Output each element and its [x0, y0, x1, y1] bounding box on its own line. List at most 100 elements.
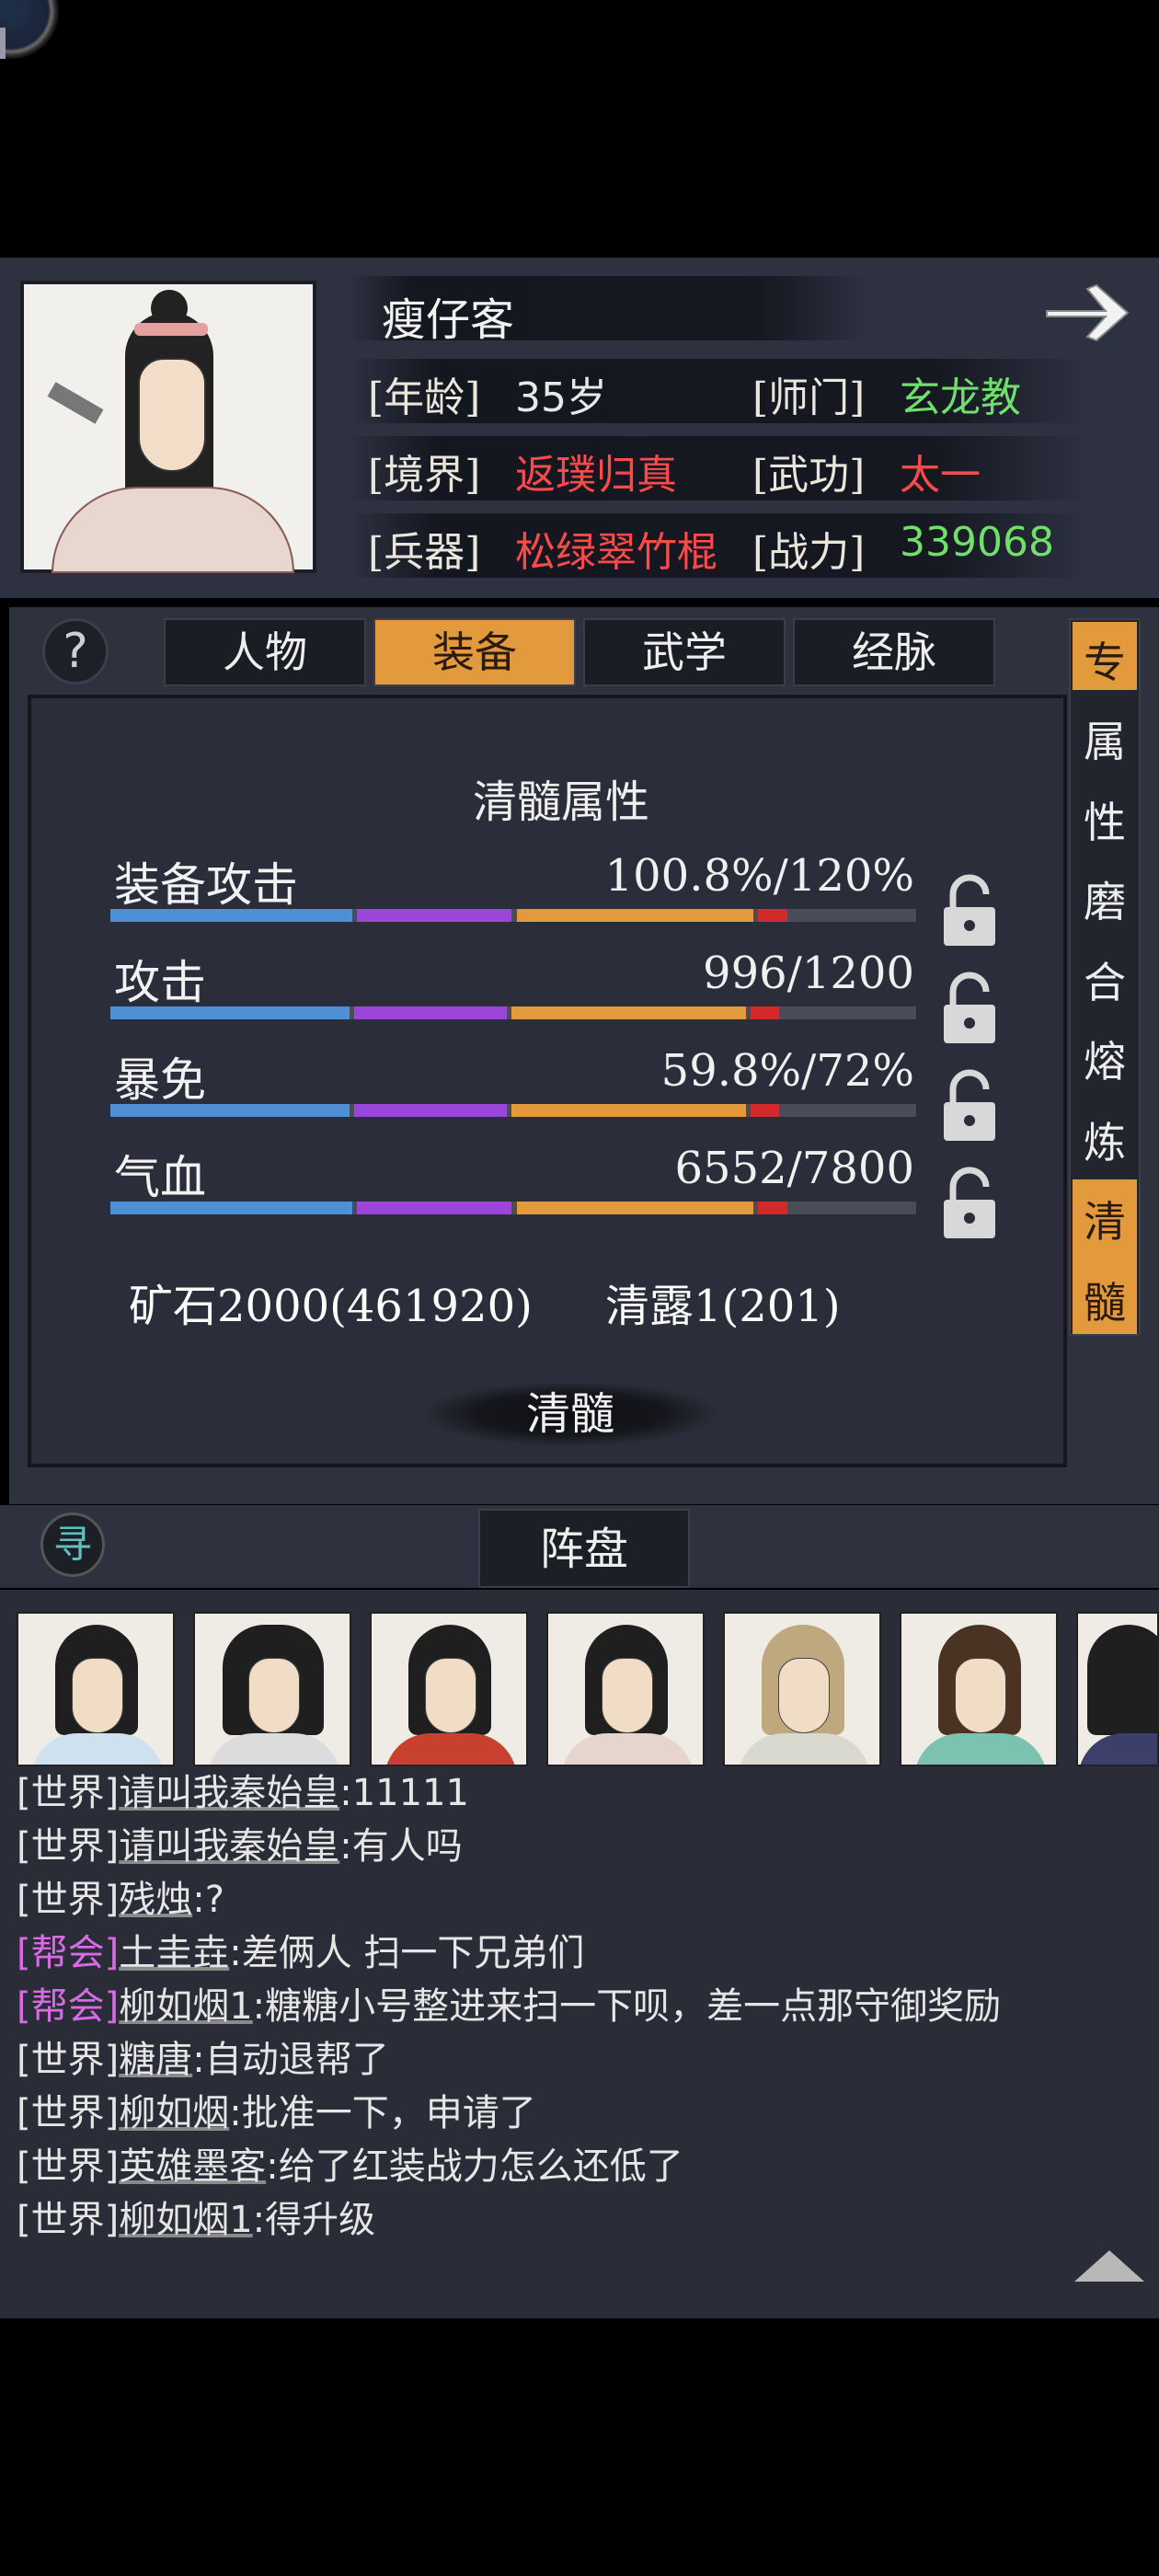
character-name: 瘦仔客 — [382, 294, 515, 346]
stat-label-age: [年龄] — [368, 374, 481, 421]
team-avatar[interactable] — [17, 1612, 175, 1766]
stat-label-realm: [境界] — [368, 452, 481, 499]
chat-message: [帮会]土圭垚:差俩人 扫一下兄弟们 — [17, 1923, 584, 1976]
help-icon[interactable]: ? — [42, 618, 109, 684]
stat-value-skill: 太一 — [900, 452, 981, 499]
chat-sender[interactable]: 残烛 — [119, 1879, 192, 1921]
attr-bar-fill — [516, 909, 754, 922]
attr-label: 气血 — [114, 1151, 206, 1204]
team-avatar[interactable] — [370, 1612, 528, 1766]
side-item-smelt-1[interactable]: 熔 — [1073, 1029, 1137, 1089]
stat-value-weapon: 松绿翠竹棍 — [515, 529, 717, 576]
stat-value-sect: 玄龙教 — [900, 374, 1021, 421]
side-item-hone-1[interactable]: 磨 — [1073, 868, 1137, 929]
chat-channel: [世界] — [17, 1879, 120, 1921]
chat-message: [世界]英雄墨客:给了红装战力怎么还低了 — [17, 2136, 683, 2190]
team-avatar[interactable] — [1076, 1612, 1159, 1766]
side-item-hone-2[interactable]: 合 — [1073, 949, 1137, 1010]
attr-bar-fill — [516, 1202, 754, 1214]
seek-icon[interactable]: 寻 — [40, 1512, 105, 1577]
chat-channel: [世界] — [17, 1772, 120, 1814]
attr-bar-fill — [511, 1006, 746, 1019]
chat-sender[interactable]: 柳如烟1 — [119, 1985, 252, 2028]
attr-label: 暴免 — [114, 1053, 206, 1107]
chat-text: :? — [192, 1879, 224, 1921]
side-item-smelt-2[interactable]: 炼 — [1073, 1110, 1137, 1170]
chat-sender[interactable]: 柳如烟 — [119, 2092, 229, 2134]
chat-text: :有人吗 — [339, 1825, 463, 1868]
resource-dew: 清露1(201) — [605, 1281, 841, 1332]
attr-bar-fill — [750, 1006, 780, 1019]
formation-button[interactable]: 阵盘 — [478, 1509, 690, 1588]
attr-label: 攻击 — [114, 956, 206, 1009]
chat-text: :批准一下，申请了 — [229, 2092, 536, 2134]
section-title: 清髓属性 — [472, 776, 649, 828]
attr-bar-fill — [110, 1104, 350, 1117]
attr-value: 996/1200 — [703, 948, 914, 999]
attr-value: 6552/7800 — [674, 1143, 914, 1194]
chat-sender[interactable]: 请叫我秦始皇 — [119, 1772, 339, 1814]
stat-value-power: 339068 — [900, 519, 1054, 566]
chat-sender[interactable]: 请叫我秦始皇 — [119, 1825, 339, 1868]
tab-martial-arts[interactable]: 武学 — [583, 618, 786, 686]
chat-message: [世界]柳如烟:批准一下，申请了 — [17, 2083, 536, 2136]
attr-bar-fill — [511, 1104, 746, 1117]
attr-bar-fill — [110, 1202, 352, 1214]
lock-icon[interactable] — [940, 1069, 999, 1143]
attr-bar-fill — [750, 1104, 780, 1117]
lock-icon[interactable] — [940, 1167, 999, 1240]
chat-message: [世界]请叫我秦始皇:11111 — [17, 1763, 469, 1816]
character-portrait — [20, 281, 316, 573]
team-avatar[interactable] — [723, 1612, 881, 1766]
attr-value: 59.8%/72% — [660, 1045, 914, 1097]
refine-button[interactable]: 清髓 — [423, 1382, 717, 1446]
team-avatar[interactable] — [900, 1612, 1058, 1766]
attr-bar-fill — [353, 1104, 508, 1117]
chat-text: :自动退帮了 — [192, 2039, 389, 2081]
chat-text: :11111 — [339, 1772, 469, 1814]
attr-label: 装备攻击 — [114, 858, 298, 912]
tab-character[interactable]: 人物 — [164, 618, 366, 686]
stat-value-realm: 返璞归真 — [515, 452, 677, 499]
attr-bar-fill — [353, 1006, 508, 1019]
chat-channel: [世界] — [17, 2092, 120, 2134]
chat-sender[interactable]: 土圭垚 — [119, 1932, 229, 1974]
tab-equipment[interactable]: 装备 — [373, 618, 576, 686]
side-item-refine-2[interactable]: 髓 — [1073, 1270, 1137, 1330]
chat-message: [世界]请叫我秦始皇:有人吗 — [17, 1816, 463, 1869]
corner-badge[interactable] — [0, 0, 59, 59]
attr-bar-fill — [357, 909, 512, 922]
team-avatar[interactable] — [193, 1612, 351, 1766]
side-item-attr-1[interactable]: 属 — [1073, 708, 1137, 769]
lock-icon[interactable] — [940, 874, 999, 948]
chat-message: [帮会]柳如烟1:糖糖小号整进来扫一下呗，差一点那守御奖励 — [17, 1976, 1001, 2030]
stat-label-skill: [武功] — [752, 452, 866, 499]
attr-bar-fill — [110, 1006, 350, 1019]
chat-sender[interactable]: 柳如烟1 — [119, 2199, 252, 2241]
chat-text: :差俩人 扫一下兄弟们 — [229, 1932, 585, 1974]
attr-bar-fill — [758, 909, 787, 922]
chat-channel: [帮会] — [17, 1985, 120, 2028]
chat-sender[interactable]: 糖唐 — [119, 2039, 192, 2081]
stat-label-weapon: [兵器] — [368, 529, 481, 576]
attr-bar-fill — [758, 1202, 787, 1214]
chat-text: :给了红装战力怎么还低了 — [266, 2145, 683, 2188]
stat-value-age: 35岁 — [515, 374, 607, 421]
next-arrow-icon[interactable] — [1041, 276, 1133, 350]
stat-label-power: [战力] — [752, 529, 866, 576]
side-item-exclusive[interactable]: 专 — [1073, 629, 1137, 690]
tab-meridians[interactable]: 经脉 — [793, 618, 995, 686]
chat-channel: [世界] — [17, 2145, 120, 2188]
chat-message: [世界]柳如烟1:得升级 — [17, 2190, 375, 2243]
resource-ore: 矿石2000(461920) — [129, 1281, 533, 1332]
team-avatar[interactable] — [546, 1612, 705, 1766]
scroll-up-icon[interactable] — [1074, 2250, 1144, 2282]
chat-message: [世界]糖唐:自动退帮了 — [17, 2030, 389, 2083]
chat-sender[interactable]: 英雄墨客 — [119, 2145, 266, 2188]
chat-text: :糖糖小号整进来扫一下呗，差一点那守御奖励 — [252, 1985, 1002, 2028]
attr-value: 100.8%/120% — [604, 850, 914, 902]
side-item-refine-1[interactable]: 清 — [1073, 1189, 1137, 1249]
lock-icon[interactable] — [940, 972, 999, 1045]
chat-channel: [世界] — [17, 2199, 120, 2241]
chat-channel: [世界] — [17, 1825, 120, 1868]
